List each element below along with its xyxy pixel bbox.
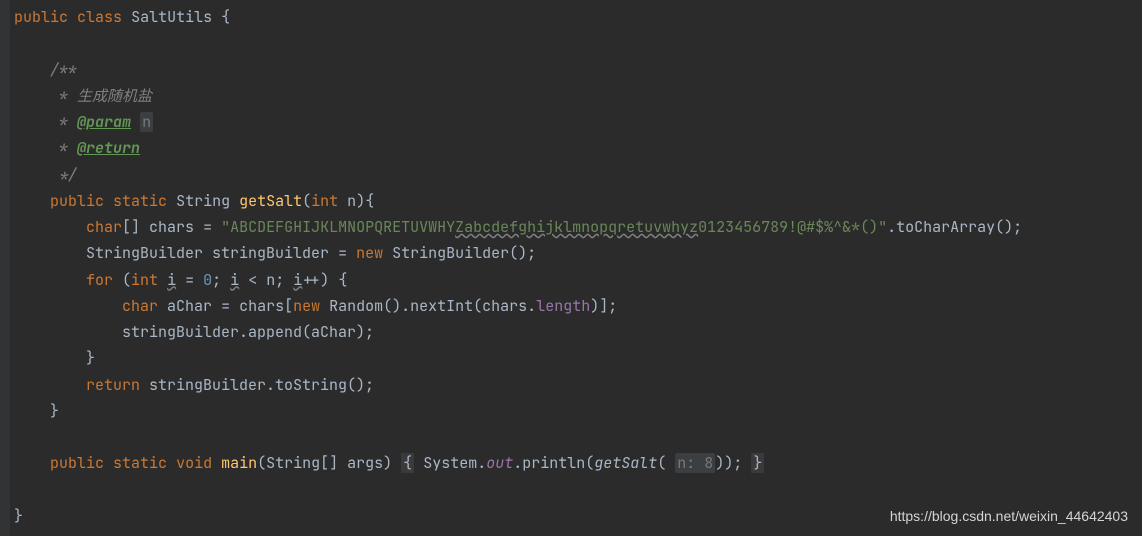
- doc-desc: 生成随机盐: [77, 86, 152, 106]
- var: chars: [149, 217, 194, 237]
- type: String: [176, 191, 230, 211]
- param-hint: n: 8: [675, 453, 715, 473]
- var: i: [230, 270, 239, 290]
- stmt: stringBuilder.append(aChar);: [122, 322, 374, 342]
- doc-star: *: [50, 138, 68, 158]
- var: i: [293, 270, 302, 290]
- keyword: return: [86, 375, 140, 395]
- close: )];: [590, 296, 617, 316]
- keyword: static: [113, 453, 167, 473]
- keyword: public: [50, 453, 104, 473]
- op: =: [203, 217, 212, 237]
- op: =: [221, 296, 230, 316]
- watermark: https://blog.csdn.net/weixin_44642403: [890, 504, 1128, 529]
- keyword: void: [176, 453, 212, 473]
- brace: {: [338, 270, 347, 290]
- call: .println(: [513, 453, 594, 473]
- keyword: new: [293, 296, 320, 316]
- param-name: n: [140, 112, 153, 132]
- field: out: [486, 453, 513, 473]
- brace: }: [14, 506, 23, 526]
- keyword: class: [77, 7, 122, 27]
- call: .toCharArray();: [887, 217, 1022, 237]
- field: length: [536, 296, 590, 316]
- keyword: int: [311, 191, 338, 211]
- keyword: public: [50, 191, 104, 211]
- keyword: char: [86, 217, 122, 237]
- keyword: new: [356, 243, 383, 263]
- param: n: [347, 191, 356, 211]
- op: =: [185, 270, 194, 290]
- keyword: int: [131, 270, 158, 290]
- call: ().nextInt(chars.: [383, 296, 536, 316]
- brace: {: [365, 191, 374, 211]
- fold-open[interactable]: {: [401, 453, 414, 473]
- var: stringBuilder: [212, 243, 329, 263]
- doc-star: *: [50, 86, 68, 106]
- doc-close: */: [50, 165, 77, 185]
- params: (String[] args): [257, 453, 392, 473]
- method-name: getSalt: [239, 191, 302, 211]
- param-tag: @param: [77, 112, 131, 132]
- close: ));: [715, 453, 742, 473]
- call: System.: [423, 453, 486, 473]
- fold-close[interactable]: }: [751, 453, 764, 473]
- op: =: [338, 243, 347, 263]
- string-typo: Zabcdefghijklmnopqretuvwhyz: [455, 217, 698, 237]
- var: chars[: [239, 296, 293, 316]
- keyword: char: [122, 296, 158, 316]
- number: 0: [203, 270, 212, 290]
- class-name: SaltUtils: [131, 7, 212, 27]
- var: aChar: [167, 296, 212, 316]
- keyword: for: [86, 270, 113, 290]
- return-tag: @return: [77, 138, 140, 158]
- code-editor[interactable]: public class SaltUtils { /** * 生成随机盐 * @…: [14, 4, 1142, 529]
- brace: }: [50, 401, 59, 421]
- call: getSalt: [594, 453, 657, 473]
- brace: {: [221, 7, 230, 27]
- ctor: StringBuilder();: [392, 243, 536, 263]
- keyword: public: [14, 7, 68, 27]
- op: ++: [302, 270, 320, 290]
- string: "ABCDEFGHIJKLMNOPQRETUVWHY: [221, 217, 455, 237]
- doc-open: /**: [50, 60, 77, 80]
- string: 0123456789!@#$%^&*()": [698, 217, 887, 237]
- brace: }: [86, 348, 95, 368]
- paren: (: [302, 191, 311, 211]
- method-name: main: [221, 453, 257, 473]
- type: Random: [329, 296, 383, 316]
- keyword: static: [113, 191, 167, 211]
- gutter: [0, 0, 10, 536]
- type: StringBuilder: [86, 243, 203, 263]
- op: <: [248, 270, 257, 290]
- stmt: stringBuilder.toString();: [149, 375, 374, 395]
- paren: ): [356, 191, 365, 211]
- var: i: [167, 270, 176, 290]
- doc-star: *: [50, 112, 68, 132]
- var: n: [266, 270, 275, 290]
